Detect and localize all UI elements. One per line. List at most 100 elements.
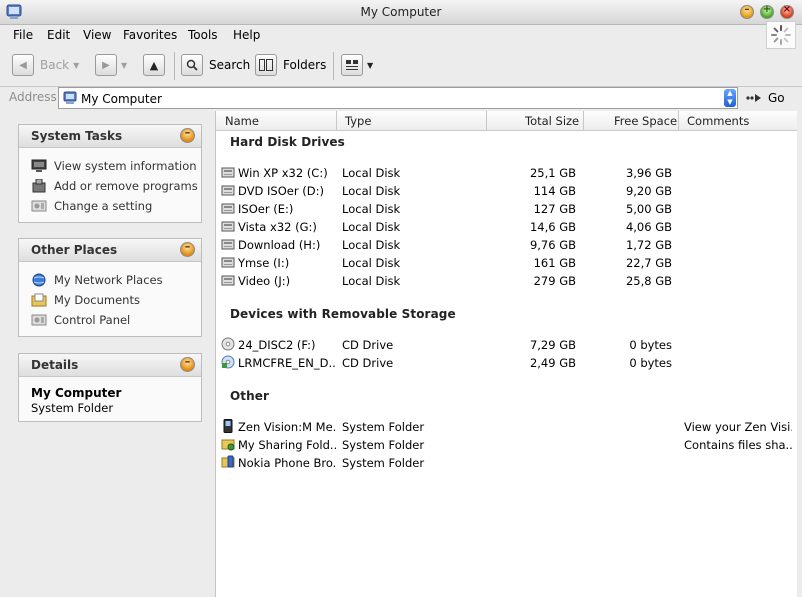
- maximize-button[interactable]: [760, 4, 774, 19]
- collapse-icon[interactable]: [180, 240, 195, 257]
- column-free-space[interactable]: Free Space: [614, 114, 677, 128]
- column-divider[interactable]: [678, 111, 679, 130]
- back-arrow-icon: ◀: [12, 54, 34, 76]
- close-button[interactable]: [780, 4, 794, 19]
- place-my-network-places[interactable]: My Network Places: [31, 270, 201, 290]
- list-item[interactable]: Vista x32 (G:) Local Disk 14,6 GB 4,06 G…: [216, 218, 798, 236]
- go-arrow-icon: [746, 94, 761, 102]
- programs-box-icon: [32, 179, 46, 193]
- list-item[interactable]: LRMCFRE_EN_D... CD Drive 2,49 GB 0 bytes: [216, 354, 798, 372]
- hard-disk-icon: [221, 167, 235, 178]
- collapse-icon[interactable]: [180, 355, 195, 372]
- item-type: CD Drive: [342, 356, 394, 370]
- list-item[interactable]: Video (J:) Local Disk 279 GB 25,8 GB: [216, 272, 798, 290]
- cd-drive-icon: [221, 337, 235, 351]
- task-pane: System Tasks View system information Add…: [0, 112, 214, 597]
- list-item[interactable]: My Sharing Fold... System Folder Contain…: [216, 436, 798, 454]
- list-item[interactable]: DVD ISOer (D:) Local Disk 114 GB 9,20 GB: [216, 182, 798, 200]
- list-item[interactable]: Zen Vision:M Me... System Folder View yo…: [216, 418, 798, 436]
- system-tasks-header[interactable]: System Tasks: [19, 125, 201, 148]
- menu-favorites[interactable]: Favorites: [123, 28, 177, 42]
- address-dropdown-icon[interactable]: ▲ ▼: [724, 89, 736, 107]
- menu-view[interactable]: View: [83, 28, 111, 42]
- item-name: Nokia Phone Bro...: [238, 456, 336, 470]
- place-control-panel[interactable]: Control Panel: [31, 310, 201, 330]
- group-other: Other: [230, 389, 270, 403]
- phone-browser-icon: [221, 455, 235, 468]
- item-type: Local Disk: [342, 256, 401, 270]
- place-my-documents[interactable]: My Documents: [31, 290, 201, 310]
- column-comments[interactable]: Comments: [687, 114, 749, 128]
- details-name: My Computer: [31, 386, 122, 400]
- column-name[interactable]: Name: [225, 114, 259, 128]
- up-arrow-icon: ▲: [143, 54, 165, 76]
- item-total-size: 14,6 GB: [529, 220, 576, 234]
- hard-disk-icon: [221, 257, 235, 268]
- item-total-size: 2,49 GB: [529, 356, 576, 370]
- toolbar-separator: [333, 52, 334, 80]
- list-item[interactable]: Ymse (I:) Local Disk 161 GB 22,7 GB: [216, 254, 798, 272]
- back-label: Back: [40, 58, 70, 72]
- minimize-button[interactable]: [740, 4, 754, 19]
- item-name: My Sharing Fold...: [238, 438, 336, 452]
- go-button[interactable]: Go: [746, 91, 785, 105]
- folders-button[interactable]: Folders: [255, 54, 326, 76]
- forward-dropdown-icon[interactable]: ▼: [121, 61, 127, 70]
- details-header[interactable]: Details: [19, 354, 201, 377]
- back-button[interactable]: ◀ Back ▼: [12, 54, 79, 76]
- column-divider[interactable]: [486, 111, 487, 130]
- list-item[interactable]: 24_DISC2 (F:) CD Drive 7,29 GB 0 bytes: [216, 336, 798, 354]
- menu-tools[interactable]: Tools: [188, 28, 218, 42]
- task-change-setting[interactable]: Change a setting: [31, 196, 201, 216]
- item-free-space: 3,96 GB: [625, 166, 672, 180]
- window-right-edge: [797, 111, 802, 597]
- item-free-space: 5,00 GB: [625, 202, 672, 216]
- item-type: System Folder: [342, 420, 425, 434]
- explorer-window: My Computer File Edit View Favorites Too…: [0, 0, 802, 597]
- throbber-icon: [766, 21, 796, 49]
- task-add-remove-programs[interactable]: Add or remove programs: [31, 176, 201, 196]
- column-divider[interactable]: [583, 111, 584, 130]
- list-item[interactable]: ISOer (E:) Local Disk 127 GB 5,00 GB: [216, 200, 798, 218]
- search-icon: [181, 54, 203, 76]
- details-type: System Folder: [31, 401, 114, 415]
- place-label: My Documents: [54, 293, 140, 307]
- collapse-icon[interactable]: [180, 126, 195, 143]
- menu-help[interactable]: Help: [233, 28, 260, 42]
- item-total-size: 161 GB: [533, 256, 576, 270]
- menu-bar: File Edit View Favorites Tools Help: [0, 25, 802, 45]
- list-item[interactable]: Nokia Phone Bro... System Folder: [216, 454, 798, 472]
- column-type[interactable]: Type: [345, 114, 371, 128]
- folders-label: Folders: [283, 58, 327, 72]
- item-total-size: 127 GB: [533, 202, 576, 216]
- list-item[interactable]: Download (H:) Local Disk 9,76 GB 1,72 GB: [216, 236, 798, 254]
- item-name: Win XP x32 (C:): [238, 166, 328, 180]
- address-label: Address: [9, 90, 57, 104]
- address-field[interactable]: My Computer ▲ ▼: [58, 87, 738, 109]
- item-total-size: 114 GB: [533, 184, 576, 198]
- up-button[interactable]: ▲: [143, 54, 165, 76]
- item-total-size: 7,29 GB: [529, 338, 576, 352]
- forward-button[interactable]: ▶ ▼: [95, 54, 127, 76]
- window-controls: [740, 4, 794, 19]
- panel-title: System Tasks: [31, 129, 123, 143]
- forward-arrow-icon: ▶: [95, 54, 117, 76]
- views-dropdown-icon[interactable]: ▼: [367, 61, 373, 70]
- search-button[interactable]: Search: [181, 54, 250, 76]
- task-label: Add or remove programs: [54, 179, 198, 193]
- item-type: Local Disk: [342, 166, 401, 180]
- other-places-header[interactable]: Other Places: [19, 239, 201, 262]
- column-headers: Name Type Total Size Free Space Comments: [216, 111, 798, 131]
- hard-disk-icon: [221, 275, 235, 286]
- back-dropdown-icon[interactable]: ▼: [73, 61, 79, 70]
- item-free-space: 9,20 GB: [625, 184, 672, 198]
- menu-file[interactable]: File: [13, 28, 33, 42]
- list-item[interactable]: Win XP x32 (C:) Local Disk 25,1 GB 3,96 …: [216, 164, 798, 182]
- panel-title: Other Places: [31, 243, 118, 257]
- column-divider[interactable]: [336, 111, 337, 130]
- menu-edit[interactable]: Edit: [47, 28, 70, 42]
- item-type: Local Disk: [342, 220, 401, 234]
- views-button[interactable]: ▼: [341, 54, 373, 76]
- column-total-size[interactable]: Total Size: [525, 114, 579, 128]
- task-view-system-information[interactable]: View system information: [31, 156, 201, 176]
